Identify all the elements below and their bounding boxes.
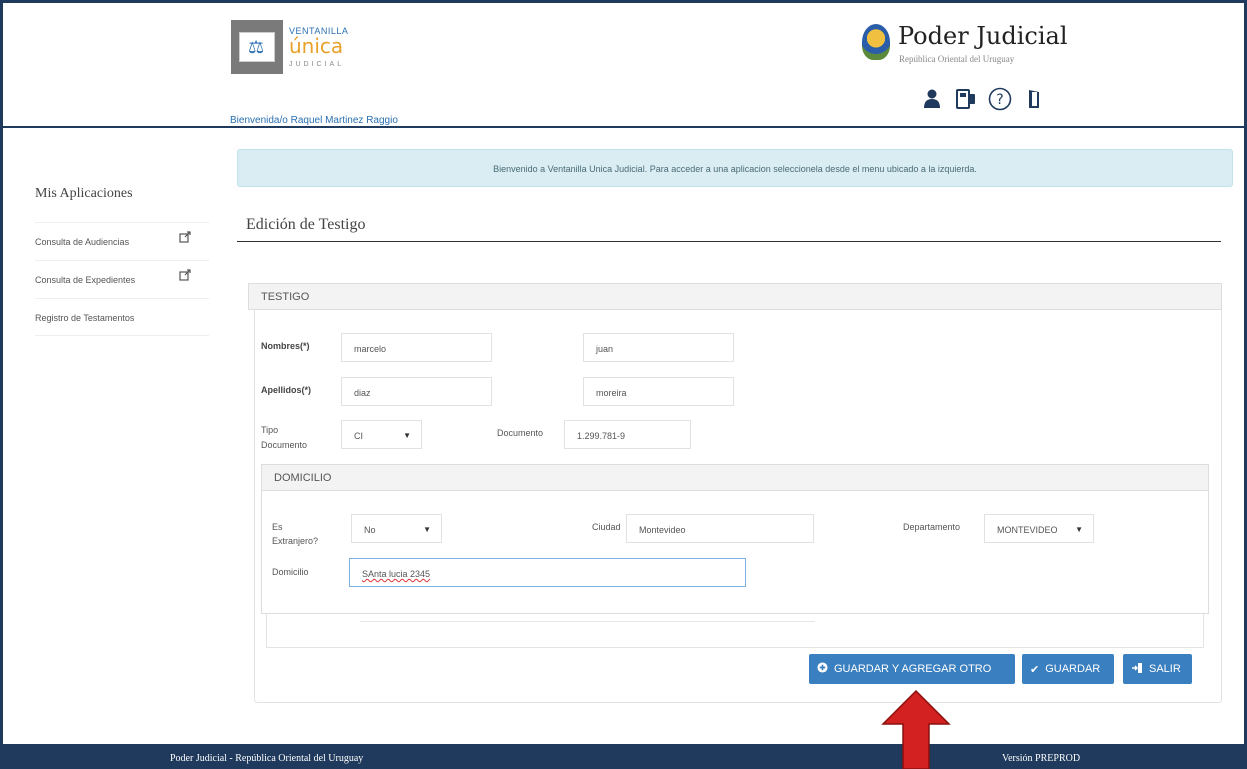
info-alert: Bienvenido a Ventanilla Unica Judicial. … — [237, 149, 1233, 187]
org-subtitle: República Oriental del Uruguay — [899, 54, 1015, 64]
domicilio-value: SAnta lucia 2345 — [362, 569, 431, 579]
sidebar-item-label: Registro de Testamentos — [35, 313, 135, 323]
extranjero-label-2: Extranjero? — [272, 536, 319, 546]
ciudad-input[interactable]: Montevideo — [626, 514, 814, 543]
sidebar-item-consulta-expedientes[interactable]: Consulta de Expedientes — [35, 260, 209, 298]
nombre1-input[interactable]: marcelo — [341, 333, 492, 362]
guardar-label: GUARDAR — [1045, 663, 1101, 675]
footer-version: Versión PREPROD — [1002, 753, 1081, 764]
documento-input[interactable]: 1.299.781-9 — [564, 420, 691, 449]
logo-frame: ⚖ — [231, 20, 283, 74]
phone-icon[interactable] — [954, 86, 978, 112]
salir-label: SALIR — [1149, 663, 1181, 675]
svg-text:?: ? — [996, 92, 1003, 108]
apellido2-input[interactable]: moreira — [583, 377, 734, 406]
extranjero-value: No — [364, 525, 376, 535]
crest-icon — [862, 24, 890, 60]
help-icon[interactable]: ? — [988, 86, 1012, 112]
salir-button[interactable]: SALIR — [1123, 654, 1192, 684]
divider — [360, 618, 815, 622]
external-link-icon — [179, 231, 193, 245]
domicilio-section-title: DOMICILIO — [261, 464, 1209, 491]
footer: Poder Judicial - República Oriental del … — [0, 744, 1247, 769]
plus-circle-icon — [817, 662, 828, 676]
sidebar-item-consulta-audiencias[interactable]: Consulta de Audiencias — [35, 222, 209, 260]
sidebar-item-registro-testamentos[interactable]: Registro de Testamentos — [35, 298, 209, 336]
caret-down-icon: ▼ — [403, 431, 411, 440]
title-divider — [237, 241, 1221, 242]
sidebar-item-label: Consulta de Audiencias — [35, 237, 130, 247]
user-icon[interactable] — [920, 86, 944, 112]
exit-icon — [1131, 662, 1143, 677]
header: ⚖ VENTANILLA única JUDICIAL Bienvenida/o… — [0, 0, 1247, 128]
poder-judicial-brand: Poder Judicial República Oriental del Ur… — [862, 22, 1068, 72]
guardar-button[interactable]: ✔ GUARDAR — [1022, 654, 1114, 684]
logo-line3: JUDICIAL — [289, 61, 345, 68]
domicilio-label: Domicilio — [272, 567, 309, 577]
nombre2-input[interactable]: juan — [583, 333, 734, 362]
domicilio-input[interactable]: SAnta lucia 2345 — [349, 558, 746, 587]
apellidos-label: Apellidos(*) — [261, 385, 312, 395]
footer-left-text: Poder Judicial - República Oriental del … — [170, 753, 364, 764]
check-icon: ✔ — [1030, 663, 1040, 676]
extranjero-label-1: Es — [272, 522, 283, 532]
welcome-user: Bienvenida/o Raquel Martinez Raggio — [230, 115, 398, 126]
ventanilla-logo[interactable]: ⚖ VENTANILLA única JUDICIAL — [231, 20, 391, 80]
extranjero-select[interactable]: No ▼ — [351, 514, 442, 543]
guardar-agregar-otro-label: GUARDAR Y AGREGAR OTRO — [834, 663, 992, 675]
tipo-documento-value: CI — [354, 431, 363, 441]
tipo-documento-label-1: Tipo — [261, 425, 279, 435]
tipo-documento-label-2: Documento — [261, 440, 308, 450]
guardar-agregar-otro-button[interactable]: GUARDAR Y AGREGAR OTRO — [809, 654, 1015, 684]
header-icons: ? — [920, 86, 1046, 112]
external-link-icon — [179, 269, 193, 283]
caret-down-icon: ▼ — [423, 525, 431, 534]
departamento-label: Departamento — [903, 522, 961, 532]
testigo-section-title: TESTIGO — [248, 283, 1222, 310]
scales-icon: ⚖ — [248, 37, 265, 57]
apellido1-input[interactable]: diaz — [341, 377, 492, 406]
org-title: Poder Judicial — [898, 22, 1068, 50]
departamento-select[interactable]: MONTEVIDEO ▼ — [984, 514, 1094, 543]
nombres-label: Nombres(*) — [261, 341, 310, 351]
sidebar-item-label: Consulta de Expedientes — [35, 275, 136, 285]
departamento-value: MONTEVIDEO — [997, 525, 1058, 535]
annotation-arrow-icon — [881, 690, 951, 769]
tipo-documento-select[interactable]: CI ▼ — [341, 420, 422, 449]
logo-line2: única — [289, 34, 344, 58]
sidebar-title: Mis Aplicaciones — [35, 186, 133, 201]
logout-icon[interactable] — [1022, 86, 1046, 112]
ciudad-label: Ciudad — [592, 522, 621, 532]
page-title: Edición de Testigo — [246, 216, 366, 233]
caret-down-icon: ▼ — [1075, 525, 1083, 534]
documento-label: Documento — [497, 428, 544, 438]
